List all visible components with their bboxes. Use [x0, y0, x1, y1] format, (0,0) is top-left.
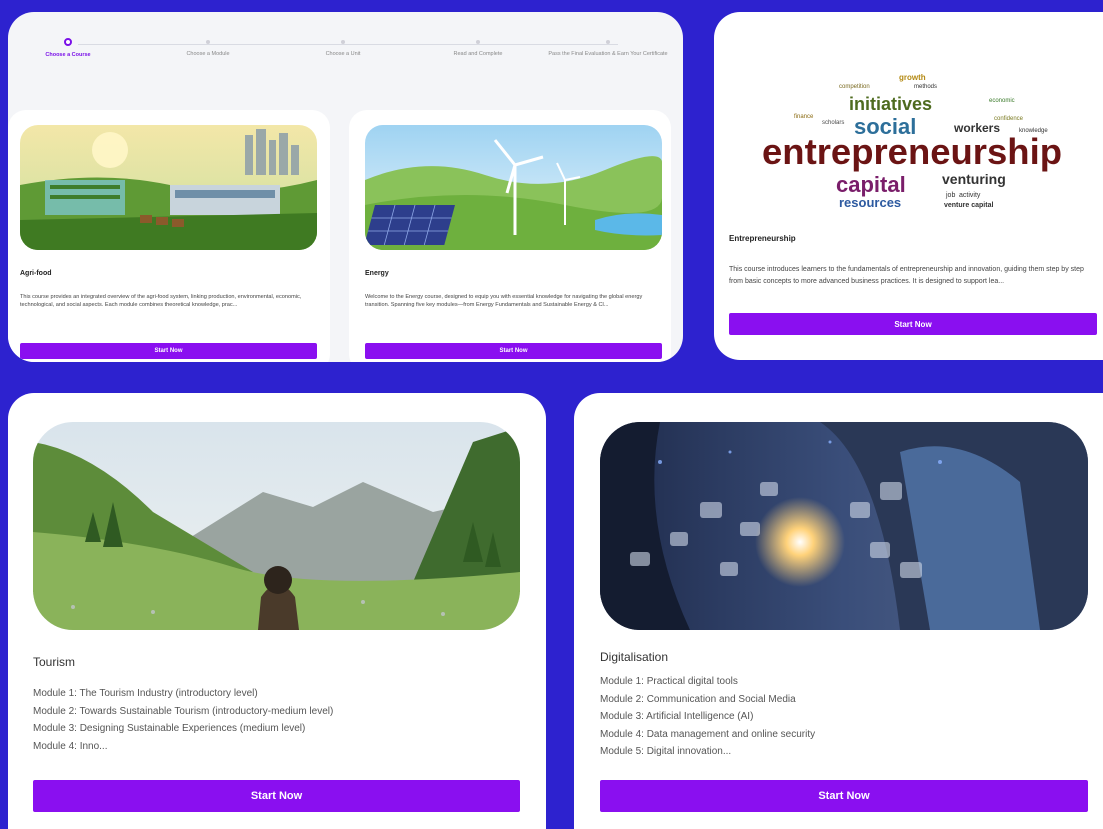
start-now-button[interactable]: Start Now: [33, 780, 520, 812]
wordcloud-word: competition: [839, 84, 870, 90]
module-list: Module 1: The Tourism Industry (introduc…: [33, 685, 333, 755]
agrifood-image: [20, 125, 317, 250]
wordcloud-word: scholars: [822, 120, 844, 126]
wordcloud-word: venture capital: [944, 202, 993, 209]
list-item: Module 3: Artificial Intelligence (AI): [600, 711, 754, 722]
list-item: Module 1: Practical digital tools: [600, 676, 738, 687]
wordcloud-word: activity: [959, 192, 981, 199]
wordcloud-word: entrepreneurship: [762, 131, 1062, 172]
start-now-button[interactable]: Start Now: [20, 343, 317, 359]
course-card-entrepreneurship: growth competition methods initiatives f…: [714, 12, 1103, 360]
course-selection-panel: Choose a Course Choose a Module Choose a…: [8, 12, 683, 362]
progress-stepper: Choose a Course Choose a Module Choose a…: [38, 30, 668, 80]
step-label: Choose a Module: [186, 51, 230, 57]
digitalisation-image: [600, 422, 1088, 630]
module-list: Module 1: Practical digital tools Module…: [600, 673, 815, 761]
wordcloud-word: growth: [899, 73, 926, 82]
course-card-agrifood: Agri-food This course provides an integr…: [8, 110, 330, 362]
start-now-button[interactable]: Start Now: [365, 343, 662, 359]
course-card-tourism: Tourism Module 1: The Tourism Industry (…: [8, 393, 546, 829]
course-title: Energy: [365, 270, 389, 277]
wordcloud-word: job: [945, 192, 955, 199]
step-dot: [606, 40, 610, 44]
step-read-complete[interactable]: Read and Complete: [413, 38, 543, 58]
step-label: Choose a Course: [45, 52, 91, 58]
wordcloud-word: economic: [989, 98, 1015, 104]
wordcloud-word: finance: [794, 114, 814, 120]
step-label: Choose a Unit: [325, 51, 361, 57]
step-dot: [341, 40, 345, 44]
wordcloud-word: capital: [836, 172, 906, 197]
step-dot: [476, 40, 480, 44]
list-item: Module 2: Communication and Social Media: [600, 693, 796, 705]
step-choose-unit[interactable]: Choose a Unit: [278, 38, 408, 58]
list-item: Module 4: Data management and online sec…: [600, 728, 816, 740]
step-final-evaluation[interactable]: Pass the Final Evaluation & Earn Your Ce…: [543, 38, 673, 58]
course-title: Digitalisation: [600, 650, 669, 664]
list-item: Module 2: Towards Sustainable Tourism (i…: [33, 705, 334, 717]
list-item: Module 5: Digital innovation...: [600, 746, 732, 757]
wordcloud-word: resources: [839, 195, 901, 210]
wordcloud-word: methods: [914, 84, 937, 90]
start-now-button[interactable]: Start Now: [729, 313, 1097, 335]
course-title: Tourism: [33, 655, 76, 669]
course-card-energy: Energy Welcome to the Energy course, des…: [349, 110, 671, 362]
step-dot: [206, 40, 210, 44]
entrepreneurship-wordcloud: growth competition methods initiatives f…: [762, 73, 1062, 210]
list-item: Module 3: Designing Sustainable Experien…: [33, 723, 306, 734]
list-item: Module 1: The Tourism Industry (introduc…: [33, 688, 258, 699]
step-choose-module[interactable]: Choose a Module: [143, 38, 273, 58]
step-label: Pass the Final Evaluation & Earn Your Ce…: [548, 51, 668, 57]
list-item: Module 4: Inno...: [33, 740, 108, 752]
course-card-digitalisation: Digitalisation Module 1: Practical digit…: [574, 393, 1103, 829]
wordcloud-word: initiatives: [849, 94, 932, 114]
step-dot: [64, 38, 72, 46]
course-description: This course introduces learners to the f…: [729, 266, 1084, 285]
wordcloud-word: confidence: [994, 116, 1024, 122]
wordcloud-word: venturing: [942, 171, 1006, 187]
energy-image: [365, 125, 662, 250]
tourism-image: [33, 422, 520, 630]
course-description: This course provides an integrated overv…: [20, 294, 302, 308]
course-title: Entrepreneurship: [729, 234, 796, 243]
course-description: Welcome to the Energy course, designed t…: [365, 294, 643, 308]
start-now-button[interactable]: Start Now: [600, 780, 1088, 812]
step-choose-course[interactable]: Choose a Course: [8, 38, 133, 59]
course-title: Agri-food: [20, 270, 52, 277]
step-label: Read and Complete: [453, 51, 503, 57]
